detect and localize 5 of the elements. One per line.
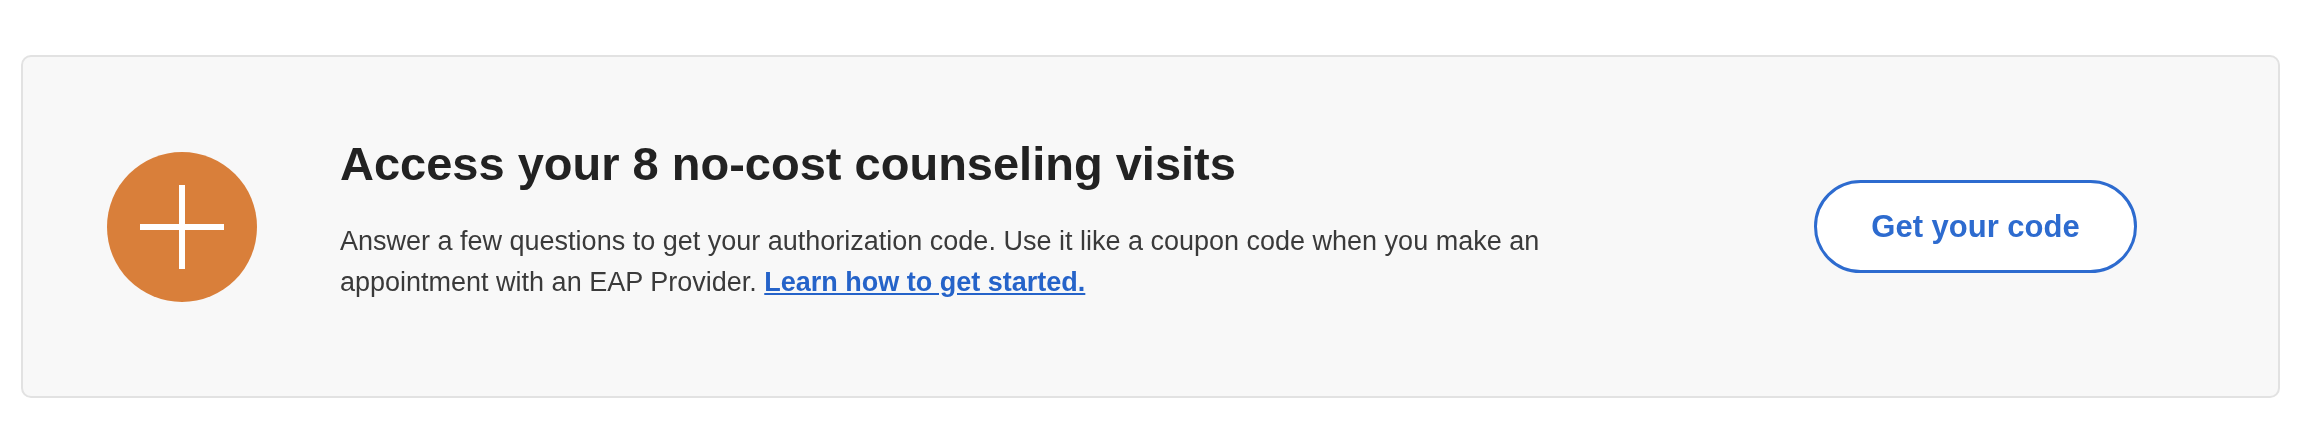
get-started-link[interactable]: Learn how to get started. <box>764 267 1086 297</box>
card-description: Answer a few questions to get your authorization code. Use it like a coupon code when you make an appointment with an EAP Provider. Learn how to get started. <box>340 225 1541 299</box>
plus-icon <box>107 151 257 302</box>
get-code-button[interactable]: Get your code <box>1814 180 2137 273</box>
card-title: Access your 8 no-cost counseling visits <box>340 136 1237 191</box>
